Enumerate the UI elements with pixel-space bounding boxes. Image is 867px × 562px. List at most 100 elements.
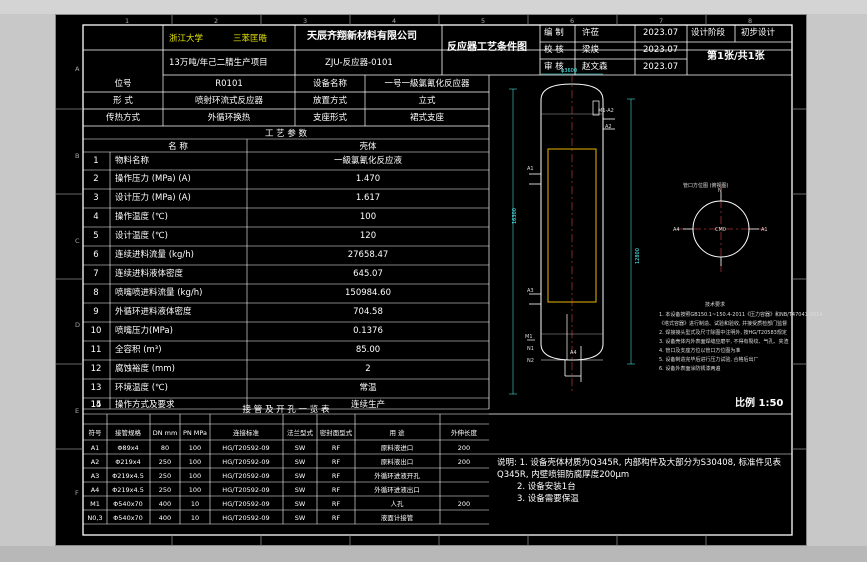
drawing-number: ZJU-反应器-0101 — [325, 58, 393, 68]
param-row-no: 15 — [90, 400, 102, 410]
nozzle-cell-pn: 100 — [188, 458, 202, 466]
param-row-value: 85.00 — [355, 345, 381, 355]
nozzle-cell-face: RF — [331, 514, 341, 522]
param-row-no: 2 — [93, 174, 99, 184]
name-checked: 梁焌 — [582, 45, 600, 55]
param-row-no: 10 — [90, 326, 102, 336]
nozzle-cell-dn: 250 — [158, 486, 172, 494]
nozzle-cell-spec: Φ540x70 — [113, 500, 143, 508]
params-header: 工 艺 参 数 — [264, 129, 308, 139]
equipment-grid — [83, 75, 490, 409]
nozzle-cell-dn: 400 — [158, 514, 172, 522]
zone-label-side-a: A — [75, 65, 80, 73]
note-line-2: Q345R, 内壁喷钼防腐厚度200μm — [497, 470, 630, 480]
nozzle-cell-face: RF — [331, 444, 341, 452]
nozzle-col-header: 符号 — [88, 429, 102, 437]
param-row-value: 1.470 — [355, 174, 381, 184]
param-row-value: 连续生产 — [350, 400, 386, 410]
project-name: 13万吨/年己二腈生产项目 — [169, 58, 268, 68]
nozzle-cell-flange: SW — [294, 486, 306, 494]
zone-label-top-8: 8 — [748, 17, 753, 25]
param-row-name: 物料名称 — [115, 156, 150, 166]
nozzle-cell-use: 原料液出口 — [380, 458, 414, 466]
param-row-no: 6 — [93, 250, 99, 260]
param-row-name: 操作方式及要求 — [115, 400, 175, 410]
note-line-3: 2. 设备安装1台 — [517, 482, 576, 492]
nozzle-cell-use: 人孔 — [390, 500, 404, 508]
param-row-name: 设计温度 (℃) — [115, 231, 168, 241]
zone-label-side-d: D — [75, 321, 81, 329]
param-row-no: 12 — [90, 364, 102, 374]
stage-label: 设计阶段 — [691, 28, 726, 38]
param-row-value: 120 — [359, 231, 377, 241]
nozzle-cell-face: RF — [331, 500, 341, 508]
nozzle-col-header: 用 途 — [389, 429, 405, 437]
param-row-value: 0.1376 — [353, 326, 383, 336]
zone-label-side-c: C — [75, 237, 80, 245]
nozzle-cell-face: RF — [331, 458, 341, 466]
nozzle-col-header: 法兰型式 — [287, 429, 313, 437]
university-name: 浙江大学 — [169, 34, 204, 44]
nozzle-cell-std: HG/T20592-09 — [222, 500, 270, 508]
zone-label-top-4: 4 — [392, 17, 397, 25]
nozzle-tag-m1: M1 — [525, 334, 533, 340]
install-label: 放置方式 — [312, 96, 348, 106]
param-row-name: 腐蚀裕度 (mm) — [115, 364, 175, 374]
param-row-name: 外循环进料液体密度 — [115, 307, 192, 317]
nozzle-cell-use: 外循环进液开孔 — [374, 472, 420, 480]
nozzle-cell-std: HG/T20592-09 — [222, 458, 270, 466]
param-row-no: 3 — [93, 193, 99, 203]
param-row-value: 1.617 — [355, 193, 381, 203]
nozzle-cell-dn: 400 — [158, 500, 172, 508]
nozzle-col-header: PN MPa — [182, 429, 208, 437]
equipment-name-value: 一号一級氯氰化反应器 — [384, 79, 470, 89]
nozzle-cell-dn: 80 — [160, 444, 170, 452]
nozzle-cell-std: HG/T20592-09 — [222, 444, 270, 452]
role-prepared: 编 制 — [544, 28, 564, 38]
zone-label-side-e: E — [75, 407, 80, 415]
date-checked: 2023.07 — [643, 45, 679, 55]
orientation-a1-label: A1 — [761, 227, 768, 233]
nozzle-cell-spec: Φ219x4 — [115, 458, 141, 466]
nozzle-cell-std: HG/T20592-09 — [222, 514, 270, 522]
nozzle-cell-pn: 100 — [188, 444, 202, 452]
nozzle-cell-spec: Φ219x4.5 — [112, 486, 144, 494]
sheet-number: 第1张/共1张 — [707, 51, 765, 62]
nozzle-cell-sym: A3 — [90, 472, 100, 480]
zone-label-top-1: 1 — [125, 17, 130, 25]
nozzle-cell-face: RF — [331, 486, 341, 494]
nozzle-cell-pn: 10 — [190, 514, 200, 522]
params-col-value: 壳体 — [359, 142, 377, 152]
nozzle-cell-flange: SW — [294, 472, 306, 480]
nozzle-cell-spec: Φ89x4 — [117, 444, 139, 452]
nozzle-cell-len: 200 — [457, 444, 471, 452]
nozzle-tag-n2: N2 — [527, 358, 534, 364]
param-row-name: 环境温度 (℃) — [115, 383, 168, 393]
orientation-center-label: CM0 — [715, 227, 726, 233]
param-row-no: 11 — [90, 345, 102, 355]
heat-label: 传热方式 — [105, 113, 141, 123]
param-row-value: 2 — [365, 364, 371, 374]
param-row-no: 9 — [93, 307, 99, 317]
date-prepared: 2023.07 — [643, 28, 679, 38]
nozzle-col-header: DN mm — [152, 429, 178, 437]
nozzle-cell-flange: SW — [294, 458, 306, 466]
nozzle-cell-sym: A1 — [90, 444, 100, 452]
nozzle-tag-a1: A1 — [527, 166, 534, 172]
zone-label-side-f: F — [75, 489, 79, 497]
tag-label: 位号 — [114, 79, 132, 89]
form-label: 形 式 — [113, 96, 133, 106]
stage-value: 初步设计 — [741, 28, 776, 38]
param-row-no: 4 — [93, 212, 99, 222]
param-row-value: 27658.47 — [347, 250, 389, 260]
nozzle-cell-dn: 250 — [158, 458, 172, 466]
group-name: 三苯匡晧 — [233, 34, 268, 44]
dim-height: 16300 — [512, 208, 518, 224]
nozzle-cell-std: HG/T20592-09 — [222, 472, 270, 480]
nozzle-col-header: 连接标准 — [233, 429, 259, 437]
nozzle-cell-spec: Φ540x70 — [113, 514, 143, 522]
dim-diameter: φ3600 — [561, 68, 578, 74]
nozzle-cell-sym: A2 — [90, 458, 100, 466]
param-row-value: 704.58 — [353, 307, 383, 317]
drawing-scale: 比例 1:50 — [735, 398, 784, 409]
